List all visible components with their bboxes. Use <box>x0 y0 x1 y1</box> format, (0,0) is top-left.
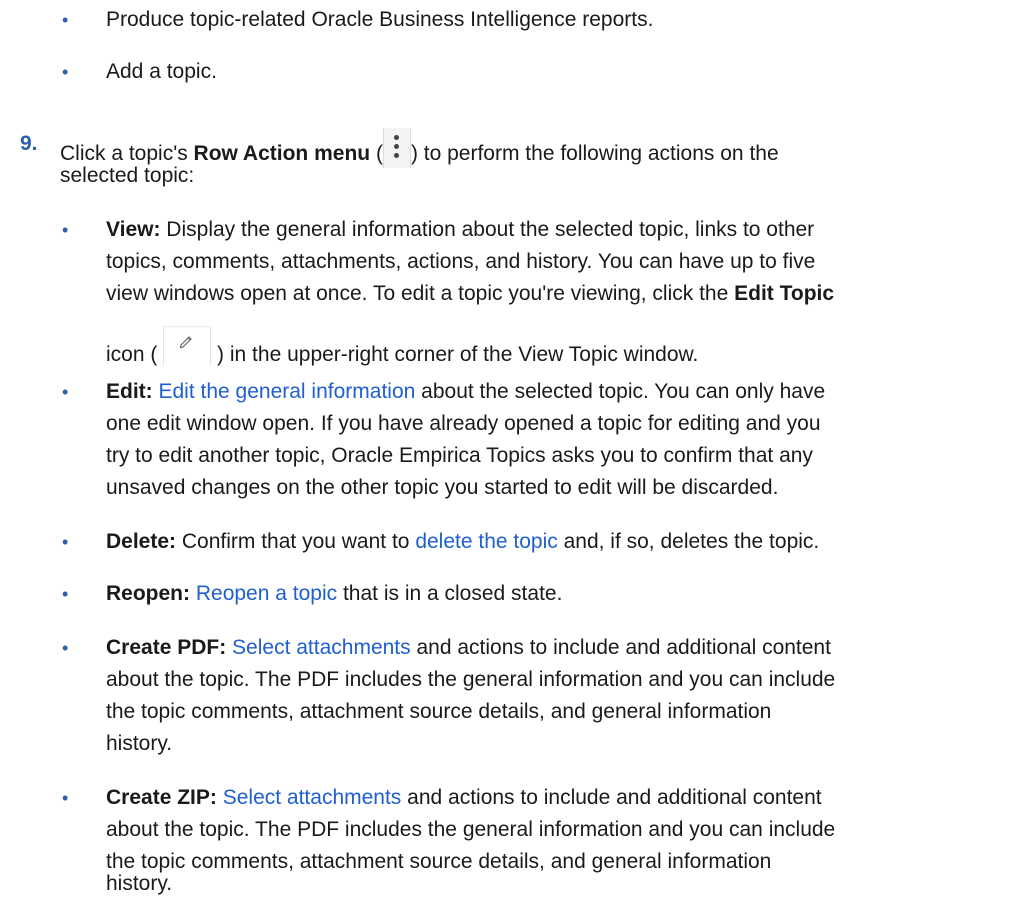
step-number: 9. <box>20 132 38 155</box>
bullet-icon: • <box>62 382 69 402</box>
list-item-text: Produce topic-related Oracle Business In… <box>106 8 654 31</box>
zip-line2: about the topic. The PDF includes the ge… <box>106 818 836 841</box>
delete-line: Delete: Confirm that you want to delete … <box>106 526 819 558</box>
view-line3: view windows open at once. To edit a top… <box>106 278 834 310</box>
select-attachments-link[interactable]: Select attachments <box>232 636 411 659</box>
list-item-text: Add a topic. <box>106 60 217 83</box>
bullet-icon: • <box>62 220 69 240</box>
pencil-icon <box>163 326 212 365</box>
view-text: icon ( <box>106 343 158 366</box>
edit-line1: Edit: Edit the general information about… <box>106 376 825 408</box>
reopen-label: Reopen: <box>106 582 190 605</box>
view-text: view windows open at once. To edit a top… <box>106 282 735 305</box>
pdf-line3: the topic comments, attachment source de… <box>106 700 772 723</box>
view-line1: View: Display the general information ab… <box>106 214 814 246</box>
create-pdf-label: Create PDF: <box>106 636 227 659</box>
select-attachments-link[interactable]: Select attachments <box>223 786 402 809</box>
zip-line4: history. <box>106 872 173 895</box>
delete-text: and, if so, deletes the topic. <box>557 530 820 553</box>
step-suffix: ) to perform the following actions on th… <box>410 142 779 165</box>
bullet-icon: • <box>62 532 69 552</box>
edit-line4: unsaved changes on the other topic you s… <box>106 476 779 499</box>
zip-line3: the topic comments, attachment source de… <box>106 850 772 873</box>
create-zip-label: Create ZIP: <box>106 786 217 809</box>
pdf-line1: Create PDF: Select attachments and actio… <box>106 632 831 664</box>
delete-label: Delete: <box>106 530 177 553</box>
edit-label: Edit: <box>106 380 153 403</box>
pdf-line2: about the topic. The PDF includes the ge… <box>106 668 836 691</box>
row-action-menu-label: Row Action menu <box>193 142 371 165</box>
zip-line1: Create ZIP: Select attachments and actio… <box>106 782 822 814</box>
paren: ( <box>370 142 383 165</box>
view-text: Display the general information about th… <box>160 218 815 241</box>
edit-topic-label: Edit Topic <box>734 282 835 305</box>
edit-line3: try to edit another topic, Oracle Empiri… <box>106 444 813 467</box>
bullet-icon: • <box>62 638 69 658</box>
pdf-line4: history. <box>106 732 173 755</box>
view-line2: topics, comments, attachments, actions, … <box>106 250 816 273</box>
bullet-icon: • <box>62 788 69 808</box>
pdf-text: and actions to include and additional co… <box>410 636 831 659</box>
view-line4: icon ( ) in the upper-right corner of th… <box>106 326 698 371</box>
reopen-topic-link[interactable]: Reopen a topic <box>196 582 337 605</box>
delete-topic-link[interactable]: delete the topic <box>415 530 557 553</box>
kebab-vertical-icon <box>382 128 411 168</box>
reopen-line: Reopen: Reopen a topic that is in a clos… <box>106 578 562 610</box>
view-label: View: <box>106 218 161 241</box>
delete-text: Confirm that you want to <box>176 530 416 553</box>
bullet-icon: • <box>62 62 69 82</box>
step-text-line2: selected topic: <box>60 164 195 187</box>
bullet-icon: • <box>62 10 69 30</box>
edit-general-info-link[interactable]: Edit the general information <box>159 380 416 403</box>
zip-text: and actions to include and additional co… <box>401 786 822 809</box>
bullet-icon: • <box>62 584 69 604</box>
edit-line2: one edit window open. If you have alread… <box>106 412 821 435</box>
reopen-text: that is in a closed state. <box>337 582 563 605</box>
view-text: ) in the upper-right corner of the View … <box>217 343 699 366</box>
edit-text: about the selected topic. You can only h… <box>415 380 826 403</box>
